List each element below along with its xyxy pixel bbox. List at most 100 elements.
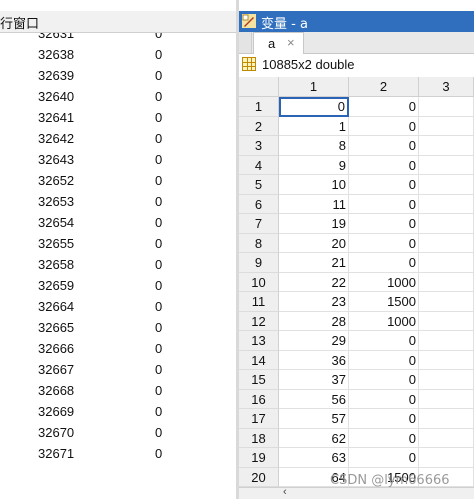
table-cell[interactable] [419, 350, 474, 370]
row-header[interactable]: 11 [239, 292, 279, 312]
table-cell[interactable] [419, 175, 474, 195]
horizontal-scrollbar[interactable]: ‹ [239, 486, 474, 499]
command-output[interactable]: 32631 0 32638 0 32639 0 32640 0 32641 0 32642 0 3264… [0, 33, 236, 499]
row-header[interactable]: 6 [239, 194, 279, 214]
output-value: 0 [155, 194, 163, 209]
close-icon[interactable]: × [287, 35, 295, 50]
table-cell[interactable]: 1000 [349, 272, 419, 292]
table-cell[interactable]: 0 [349, 116, 419, 136]
row-header[interactable]: 20 [239, 467, 279, 487]
table-cell[interactable]: 0 [349, 370, 419, 390]
row-header[interactable]: 3 [239, 136, 279, 156]
tab-a[interactable]: a × [253, 32, 304, 54]
row-header[interactable]: 4 [239, 155, 279, 175]
table-cell[interactable]: 11 [279, 194, 349, 214]
table-cell[interactable]: 62 [279, 428, 349, 448]
row-header[interactable]: 2 [239, 116, 279, 136]
table-corner[interactable] [239, 77, 279, 97]
table-cell[interactable]: 29 [279, 331, 349, 351]
row-header[interactable]: 13 [239, 331, 279, 351]
table-cell[interactable]: 8 [279, 136, 349, 156]
table-cell[interactable]: 0 [349, 175, 419, 195]
table-cell[interactable]: 19 [279, 214, 349, 234]
row-header[interactable]: 18 [239, 428, 279, 448]
table-cell[interactable] [419, 428, 474, 448]
table-cell[interactable]: 56 [279, 389, 349, 409]
table-cell[interactable] [419, 448, 474, 468]
table-cell[interactable]: 28 [279, 311, 349, 331]
table-cell[interactable]: 9 [279, 155, 349, 175]
table-cell[interactable]: 1000 [349, 311, 419, 331]
table-cell[interactable] [419, 311, 474, 331]
row-header[interactable]: 1 [239, 97, 279, 117]
table-cell[interactable]: 0 [349, 97, 419, 117]
row-header[interactable]: 14 [239, 350, 279, 370]
table-cell[interactable] [419, 272, 474, 292]
column-header-3[interactable]: 3 [419, 77, 474, 97]
table-cell[interactable] [419, 233, 474, 253]
table-cell[interactable] [419, 136, 474, 156]
row-header[interactable]: 16 [239, 389, 279, 409]
table-cell[interactable]: 0 [349, 350, 419, 370]
row-header[interactable]: 7 [239, 214, 279, 234]
table-cell[interactable] [419, 370, 474, 390]
tab-bar-handle[interactable] [239, 32, 252, 53]
row-header[interactable]: 17 [239, 409, 279, 429]
row-header[interactable]: 15 [239, 370, 279, 390]
command-window-header[interactable]: 行窗口 [0, 11, 236, 33]
row-header[interactable]: 12 [239, 311, 279, 331]
table-cell[interactable] [419, 214, 474, 234]
table-cell[interactable]: 0 [349, 331, 419, 351]
output-row: 32653 0 [0, 194, 236, 215]
output-index: 32638 [38, 47, 75, 62]
table-cell[interactable]: 1 [279, 116, 349, 136]
row-header[interactable]: 19 [239, 448, 279, 468]
row-header[interactable]: 8 [239, 233, 279, 253]
variable-size-type: 10885x2 double [262, 57, 355, 72]
table-cell[interactable]: 0 [349, 194, 419, 214]
table-cell[interactable]: 0 [349, 428, 419, 448]
table-cell[interactable]: 37 [279, 370, 349, 390]
table-cell[interactable]: 0 [279, 97, 349, 117]
table-cell[interactable] [419, 194, 474, 214]
table-cell[interactable]: 20 [279, 233, 349, 253]
table-cell[interactable]: 10 [279, 175, 349, 195]
table-cell[interactable] [419, 116, 474, 136]
output-index: 32631 [38, 33, 75, 41]
scroll-left-icon[interactable]: ‹ [283, 486, 287, 498]
table-cell[interactable]: 36 [279, 350, 349, 370]
table-cell[interactable]: 0 [349, 214, 419, 234]
table-cell[interactable]: 63 [279, 448, 349, 468]
variable-table[interactable]: 1 2 3 1 0 0 2 1 0 3 8 0 4 9 0 5 10 0 6 11 0 7 19 0 8 20 0 9 21 0 10 22 1… [239, 77, 474, 487]
row-header[interactable]: 5 [239, 175, 279, 195]
table-cell[interactable] [419, 292, 474, 312]
table-cell[interactable] [419, 331, 474, 351]
table-cell[interactable]: 21 [279, 253, 349, 273]
table-cell[interactable]: 0 [349, 233, 419, 253]
table-cell[interactable]: 22 [279, 272, 349, 292]
table-cell[interactable] [419, 253, 474, 273]
column-header-1[interactable]: 1 [279, 77, 349, 97]
output-index: 32668 [38, 383, 75, 398]
table-cell[interactable] [419, 97, 474, 117]
table-cell[interactable]: 0 [349, 448, 419, 468]
column-header-2[interactable]: 2 [349, 77, 419, 97]
variable-editor-titlebar[interactable]: 变量 - a [239, 11, 474, 32]
table-cell[interactable] [419, 389, 474, 409]
table-cell[interactable] [419, 409, 474, 429]
table-cell[interactable]: 57 [279, 409, 349, 429]
output-row: 32652 0 [0, 173, 236, 194]
table-cell[interactable]: 0 [349, 155, 419, 175]
tab-a-label: a [268, 36, 276, 51]
output-row: 32638 0 [0, 47, 236, 68]
table-cell[interactable]: 0 [349, 136, 419, 156]
table-cell[interactable]: 1500 [349, 292, 419, 312]
table-cell[interactable]: 0 [349, 409, 419, 429]
row-header[interactable]: 9 [239, 253, 279, 273]
row-header[interactable]: 10 [239, 272, 279, 292]
table-cell[interactable]: 23 [279, 292, 349, 312]
output-index: 32652 [38, 173, 75, 188]
table-cell[interactable]: 0 [349, 253, 419, 273]
table-cell[interactable] [419, 155, 474, 175]
table-cell[interactable]: 0 [349, 389, 419, 409]
